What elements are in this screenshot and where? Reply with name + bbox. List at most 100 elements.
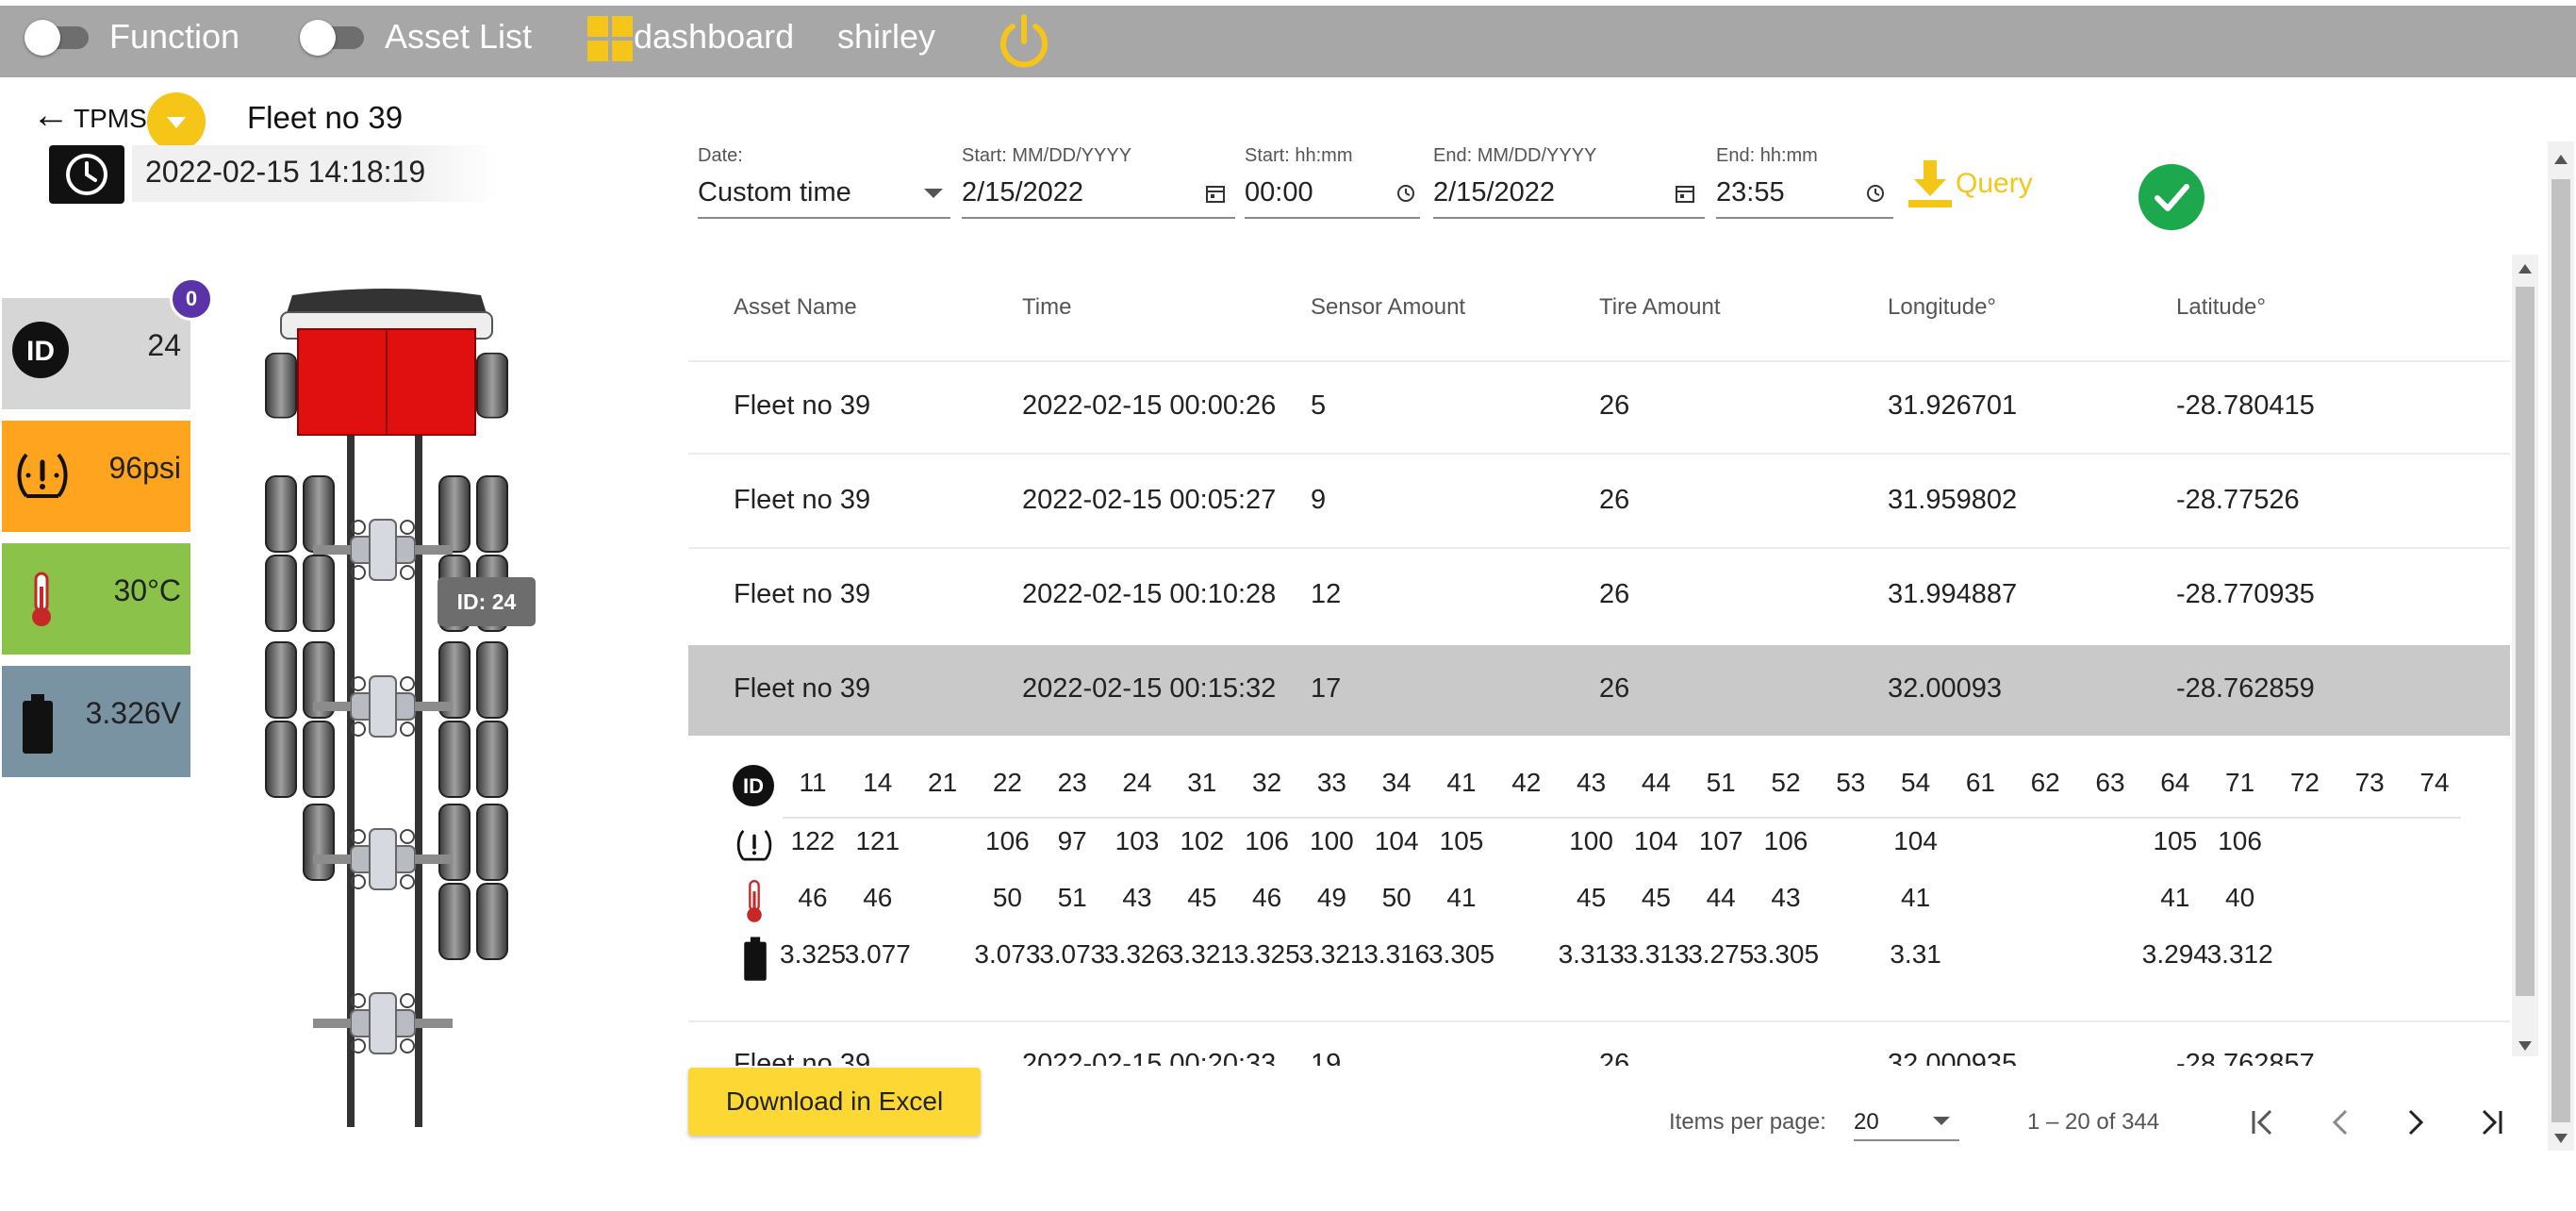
user-name: shirley (837, 17, 936, 56)
notification-badge[interactable]: 0 (170, 277, 213, 321)
last-page-icon[interactable] (2472, 1103, 2510, 1146)
first-page-icon[interactable] (2244, 1103, 2282, 1146)
power-icon[interactable] (994, 11, 1054, 72)
scroll-up-icon[interactable] (2554, 155, 2568, 164)
start-time-underline (1245, 217, 1420, 219)
confirm-button[interactable] (2138, 164, 2204, 230)
column-header-time[interactable]: Time (1022, 294, 1071, 321)
previous-page-icon[interactable] (2321, 1103, 2359, 1146)
sensor-temperature: 46 (798, 883, 828, 912)
items-per-page-label: Items per page: (1669, 1109, 1826, 1135)
cell-latitude: -28.762857 (2176, 1049, 2315, 1066)
sensor-temperature: 41 (2160, 883, 2190, 912)
cell-latitude: -28.780415 (2176, 390, 2315, 421)
sensor-pressure: 102 (1180, 826, 1225, 855)
end-date-label: End: MM/DD/YYYY (1433, 145, 1597, 166)
cell-longitude: 31.959802 (1888, 485, 2018, 515)
page-scrollbar-thumb[interactable] (2551, 179, 2570, 1122)
asset-list-label[interactable]: Asset List (385, 15, 532, 58)
sensor-id: 63 (2095, 768, 2125, 797)
sensor-pressure: 121 (855, 826, 900, 855)
pagination-range: 1 – 20 of 344 (2027, 1109, 2160, 1135)
cell-latitude: -28.770935 (2176, 579, 2315, 609)
sensor-temperature: 41 (1446, 883, 1477, 912)
nav-dropdown-button[interactable] (147, 92, 206, 151)
start-time-input[interactable]: 00:00 (1245, 177, 1313, 208)
date-filter-select[interactable]: Custom time (698, 177, 851, 208)
cell-asset-name: Fleet no 39 (734, 485, 871, 515)
sensor-voltage: 3.326 (1104, 939, 1171, 969)
cell-longitude: 31.926701 (1888, 390, 2018, 421)
cell-sensor-amount: 9 (1311, 485, 1327, 515)
sensor-id: 24 (1122, 768, 1152, 797)
download-icon (1907, 158, 1954, 216)
table-row[interactable]: Fleet no 39 2022-02-15 00:00:26 5 26 31.… (688, 362, 2510, 453)
time-icon[interactable] (1865, 183, 1886, 209)
column-header-latitude[interactable]: Latitude° (2176, 294, 2266, 321)
scroll-down-icon[interactable] (2554, 1134, 2568, 1143)
sensor-voltage: 3.325 (780, 939, 847, 969)
cell-sensor-amount: 12 (1311, 579, 1342, 609)
cell-time: 2022-02-15 00:20:33 (1022, 1049, 1277, 1066)
sensor-temperature: 45 (1577, 883, 1607, 912)
sensor-pressure: 106 (1763, 826, 1808, 855)
sensor-id: 34 (1381, 768, 1412, 797)
start-date-input[interactable]: 2/15/2022 (962, 177, 1083, 208)
end-time-input[interactable]: 23:55 (1716, 177, 1785, 208)
end-date-input[interactable]: 2/15/2022 (1433, 177, 1555, 208)
column-header-longitude[interactable]: Longitude° (1888, 294, 1996, 321)
sensor-voltage: 3.275 (1688, 939, 1755, 969)
column-header-sensor-amount[interactable]: Sensor Amount (1311, 294, 1465, 321)
pressure-card: 96psi (2, 421, 190, 532)
scroll-down-icon[interactable] (2518, 1041, 2532, 1051)
table-row-selected[interactable]: Fleet no 39 2022-02-15 00:15:32 17 26 32… (688, 645, 2510, 736)
cell-longitude: 32.00093 (1888, 673, 2002, 704)
calendar-icon[interactable] (1675, 183, 1695, 209)
table-row[interactable]: Fleet no 39 2022-02-15 00:05:27 9 26 31.… (688, 455, 2510, 545)
select-arrow-icon[interactable] (1933, 1117, 1950, 1125)
check-icon (2155, 184, 2189, 211)
back-arrow-icon[interactable]: ← (32, 94, 70, 137)
end-date-underline (1433, 217, 1705, 219)
sensor-id: 31 (1187, 768, 1217, 797)
table-scrollbar-thumb[interactable] (2516, 287, 2535, 996)
time-icon[interactable] (1395, 183, 1416, 209)
function-label[interactable]: Function (109, 15, 239, 58)
function-toggle[interactable] (25, 20, 92, 56)
query-button[interactable]: Query (1907, 158, 2095, 215)
sensor-id: 64 (2160, 768, 2190, 797)
cell-latitude: -28.762859 (2176, 673, 2315, 704)
sensor-id: 33 (1316, 768, 1346, 797)
sensor-pressure: 104 (1893, 826, 1938, 855)
temperature-card: 30°C (2, 543, 190, 655)
cell-tire-amount: 26 (1599, 390, 1630, 421)
download-excel-button[interactable]: Download in Excel (688, 1068, 981, 1136)
sensor-pressure: 100 (1569, 826, 1613, 855)
page-title: Fleet no 39 (247, 100, 404, 135)
sensor-pressure: 105 (1439, 826, 1484, 855)
items-per-page-select[interactable]: 20 (1854, 1109, 1879, 1136)
page-scrollbar[interactable] (2548, 141, 2574, 1151)
scroll-up-icon[interactable] (2518, 264, 2532, 274)
table-scrollbar[interactable] (2512, 255, 2538, 1056)
tire-pressure-icon (15, 449, 70, 506)
sensor-id: 72 (2289, 768, 2320, 797)
dashboard-icon[interactable] (586, 15, 634, 62)
column-header-asset-name[interactable]: Asset Name (734, 294, 857, 321)
table-row-clip: Fleet no 39 2022-02-15 00:20:33 19 26 32… (688, 1022, 2510, 1066)
next-page-icon[interactable] (2397, 1103, 2435, 1146)
asset-list-toggle[interactable] (300, 20, 368, 56)
breadcrumb-tpms[interactable]: TPMS (74, 104, 147, 134)
column-header-tire-amount[interactable]: Tire Amount (1599, 294, 1721, 321)
calendar-icon[interactable] (1205, 183, 1226, 209)
cell-asset-name: Fleet no 39 (734, 1049, 871, 1066)
dashboard-link[interactable]: dashboard (634, 15, 794, 58)
table-row[interactable]: Fleet no 39 2022-02-15 00:20:33 19 26 32… (688, 1022, 2510, 1066)
cell-sensor-amount: 17 (1311, 673, 1342, 704)
sensor-temperature: 41 (1901, 883, 1931, 912)
select-arrow-icon[interactable] (924, 189, 943, 198)
sensor-temperature: 40 (2225, 883, 2255, 912)
sensor-temperature: 46 (1252, 883, 1282, 912)
table-row[interactable]: Fleet no 39 2022-02-15 00:10:28 12 26 31… (688, 549, 2510, 639)
datetime-display: 2022-02-15 14:18:19 (132, 145, 498, 202)
